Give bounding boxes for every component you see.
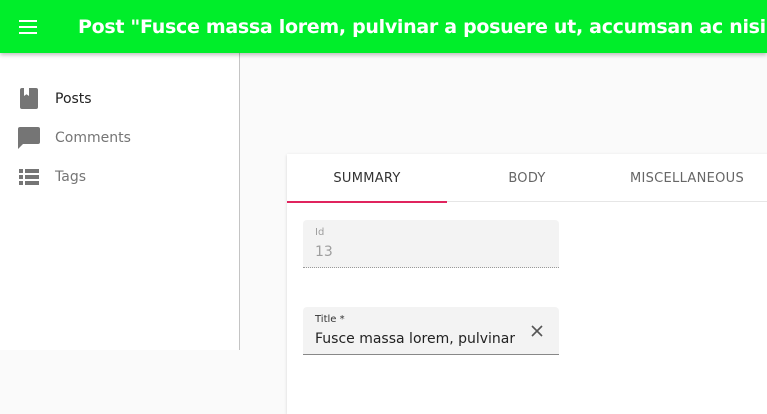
menu-icon [19, 19, 37, 22]
menu-icon-bar [19, 25, 37, 28]
sidebar-item-label: Tags [55, 168, 86, 185]
menu-icon-bar [19, 31, 37, 34]
title-input[interactable]: Fusce massa lorem, pulvinar a posuere ut… [315, 331, 515, 347]
comment-icon [17, 126, 41, 150]
id-field: Id 13 [303, 220, 559, 268]
main-content: SUMMARY BODY MISCELLANEOUS Id 13 Title *… [241, 53, 767, 414]
sidebar-item-comments[interactable]: Comments [0, 118, 239, 157]
sidebar-item-label: Comments [55, 129, 131, 146]
sidebar-item-posts[interactable]: Posts [0, 79, 239, 118]
book-icon [17, 87, 41, 111]
tab-bar: SUMMARY BODY MISCELLANEOUS [287, 154, 767, 203]
title-field[interactable]: Title * Fusce massa lorem, pulvinar a po… [303, 307, 559, 355]
id-field-label: Id [315, 227, 325, 238]
title-field-label: Title * [315, 314, 345, 325]
id-field-value: 13 [315, 244, 333, 260]
tab-summary[interactable]: SUMMARY [287, 154, 447, 203]
page-title: Post "Fusce massa lorem, pulvinar a posu… [77, 15, 767, 38]
menu-button[interactable] [19, 7, 59, 47]
sidebar-item-label: Posts [55, 90, 92, 107]
sidebar-item-tags[interactable]: Tags [0, 157, 239, 196]
edit-form-card: SUMMARY BODY MISCELLANEOUS Id 13 Title *… [287, 154, 767, 414]
sidebar: Posts Comments Tags [0, 53, 240, 350]
tab-body[interactable]: BODY [447, 154, 607, 202]
clear-icon[interactable] [529, 323, 545, 339]
app-bar: Post "Fusce massa lorem, pulvinar a posu… [0, 0, 767, 53]
list-icon [17, 165, 41, 189]
tab-miscellaneous[interactable]: MISCELLANEOUS [607, 154, 767, 202]
